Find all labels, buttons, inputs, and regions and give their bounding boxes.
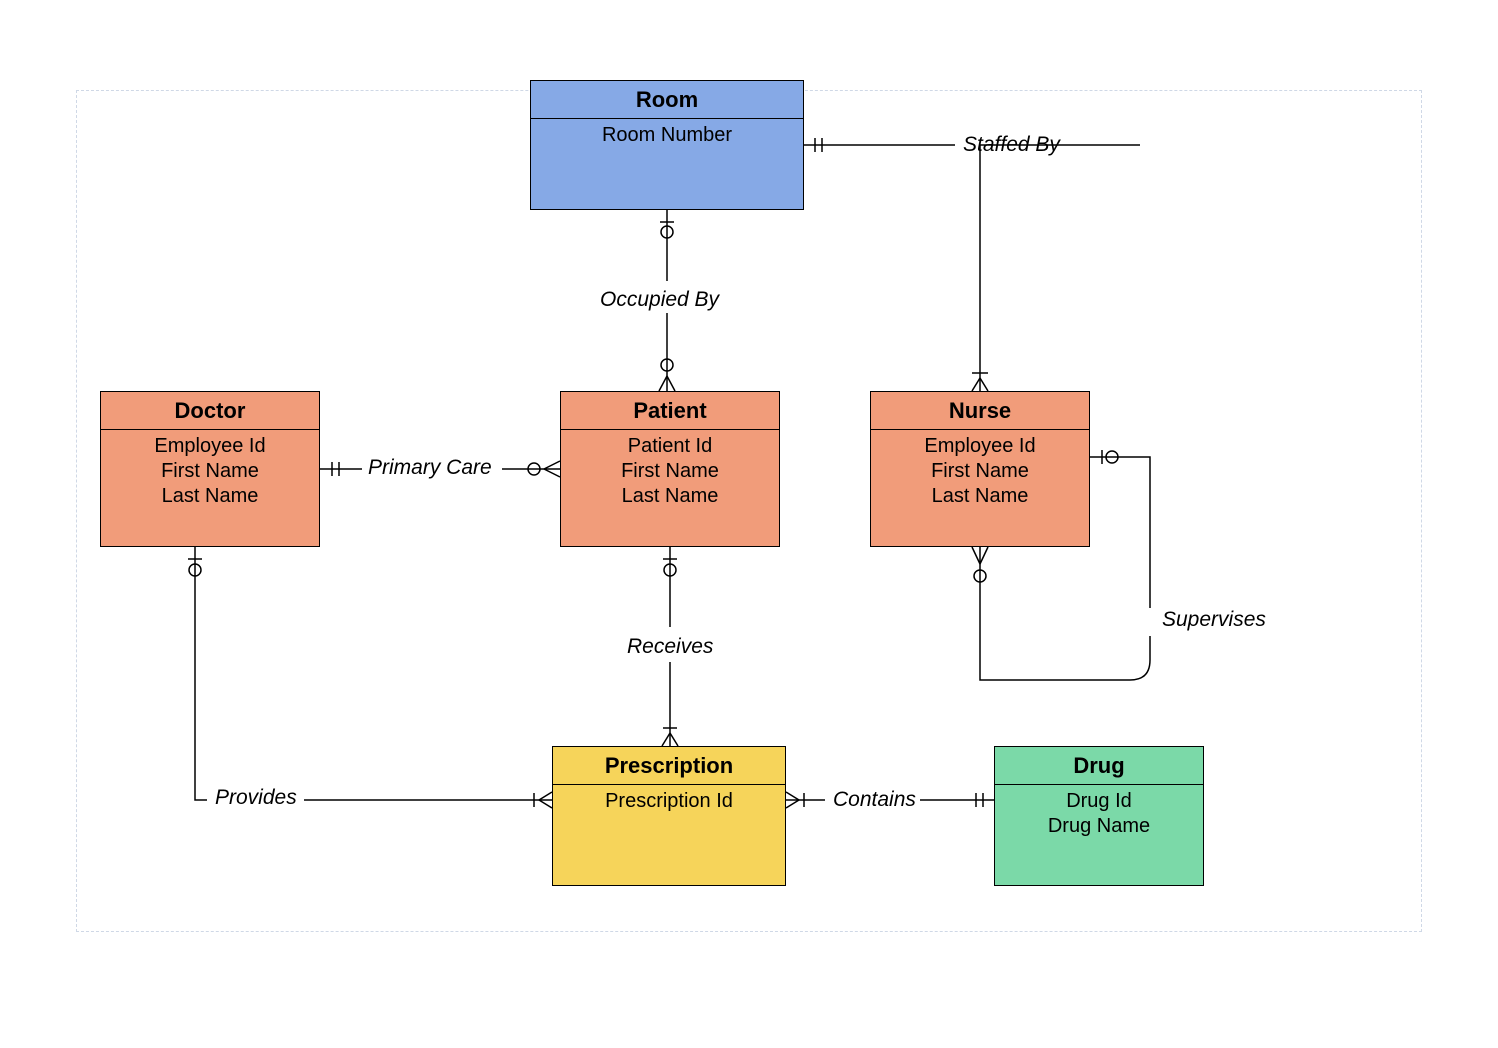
- entity-doctor[interactable]: Doctor Employee Id First Name Last Name: [100, 391, 320, 547]
- entity-nurse[interactable]: Nurse Employee Id First Name Last Name: [870, 391, 1090, 547]
- entity-nurse-title: Nurse: [871, 392, 1089, 430]
- entity-patient-attrs: Patient Id First Name Last Name: [561, 430, 779, 515]
- entity-prescription-title: Prescription: [553, 747, 785, 785]
- entity-prescription[interactable]: Prescription Prescription Id: [552, 746, 786, 886]
- entity-room-title: Room: [531, 81, 803, 119]
- entity-room[interactable]: Room Room Number: [530, 80, 804, 210]
- entity-patient-title: Patient: [561, 392, 779, 430]
- rel-contains: Contains: [833, 788, 916, 812]
- rel-supervises: Supervises: [1162, 608, 1266, 632]
- rel-receives: Receives: [627, 635, 713, 659]
- entity-patient[interactable]: Patient Patient Id First Name Last Name: [560, 391, 780, 547]
- entity-doctor-title: Doctor: [101, 392, 319, 430]
- rel-occupied-by: Occupied By: [600, 288, 719, 312]
- entity-drug-title: Drug: [995, 747, 1203, 785]
- entity-doctor-attrs: Employee Id First Name Last Name: [101, 430, 319, 515]
- rel-provides: Provides: [215, 786, 297, 810]
- entity-nurse-attrs: Employee Id First Name Last Name: [871, 430, 1089, 515]
- entity-drug[interactable]: Drug Drug Id Drug Name: [994, 746, 1204, 886]
- rel-staffed-by: Staffed By: [963, 133, 1060, 157]
- entity-room-attrs: Room Number: [531, 119, 803, 154]
- rel-primary-care: Primary Care: [368, 456, 492, 480]
- entity-prescription-attrs: Prescription Id: [553, 785, 785, 820]
- entity-drug-attrs: Drug Id Drug Name: [995, 785, 1203, 845]
